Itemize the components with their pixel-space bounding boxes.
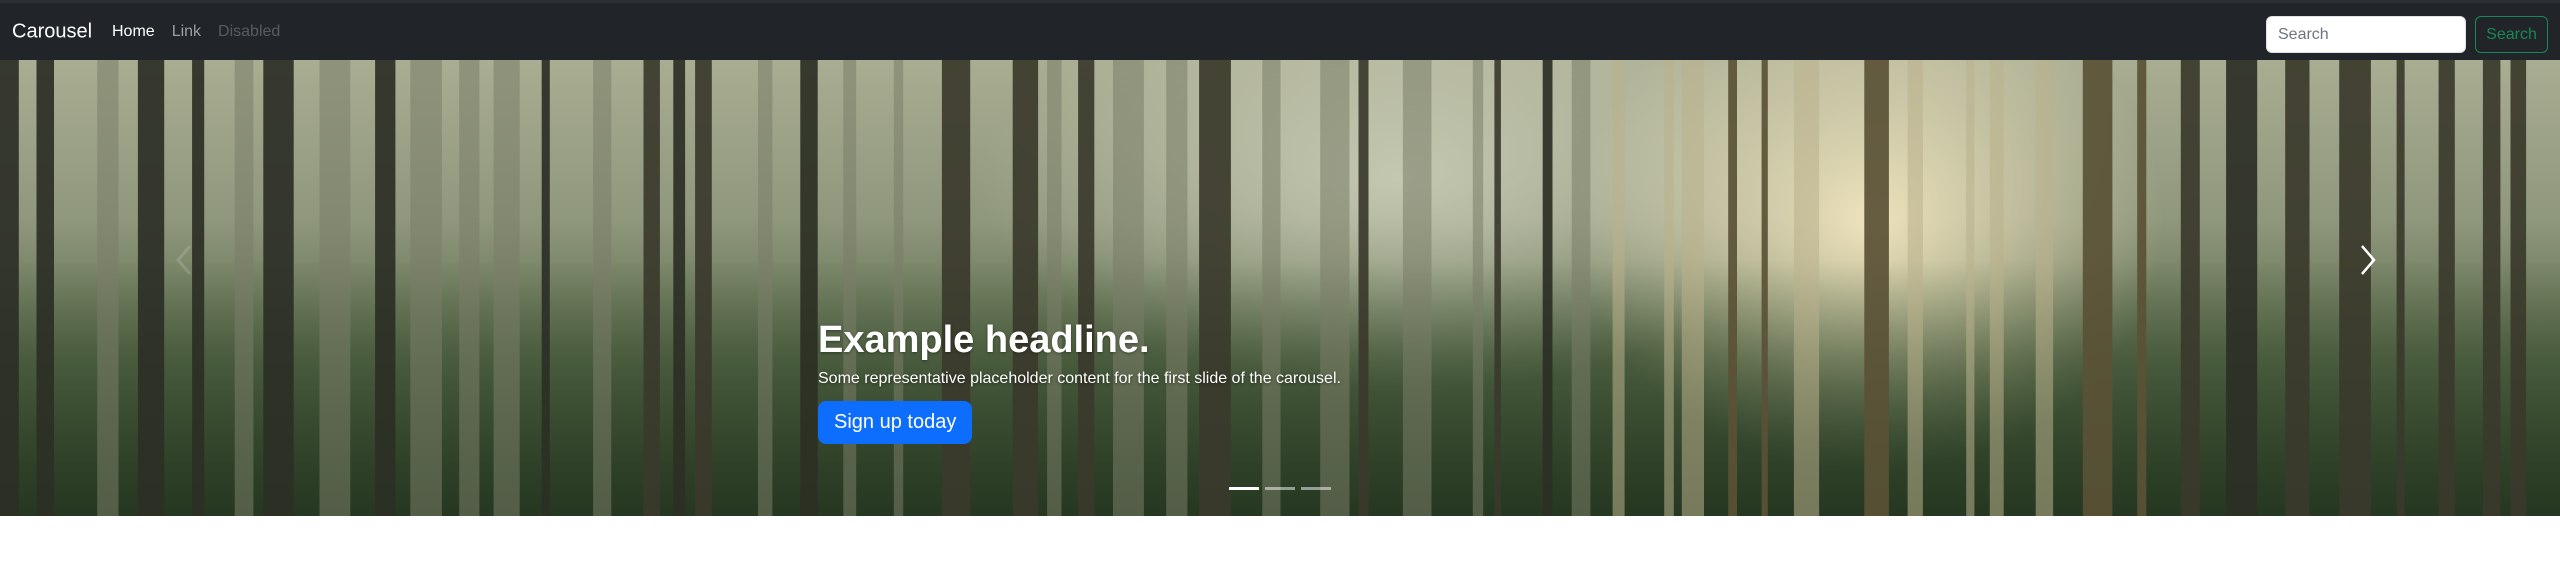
caption-text: Some representative placeholder content … (818, 369, 1341, 387)
chevron-right-icon (2361, 245, 2376, 275)
tree-trunk (2035, 60, 2054, 516)
carousel-prev-button[interactable] (170, 240, 200, 280)
tree-trunk (137, 60, 165, 516)
tree-trunk (1199, 60, 1231, 516)
tree-trunk (1262, 60, 1281, 516)
search-input[interactable] (2266, 16, 2466, 53)
tree-trunk (2226, 60, 2258, 516)
tree-trunk (673, 60, 686, 516)
slide-image-forest (0, 60, 2560, 516)
tree-trunk (2137, 60, 2147, 516)
tree-trunk (1681, 60, 1704, 516)
tree-trunk (1761, 60, 1768, 516)
tree-trunk (2438, 60, 2455, 516)
tree-trunk (1320, 60, 1350, 516)
chevron-left-icon (176, 245, 192, 275)
tree-trunk (493, 60, 520, 516)
tree-trunk (1472, 60, 1484, 516)
tree-trunk (1113, 60, 1144, 516)
nav-link-home[interactable]: Home (112, 23, 155, 41)
tree-trunk (2510, 60, 2527, 516)
tree-trunk (410, 60, 442, 516)
tree-trunk (2180, 60, 2200, 516)
tree-trunk (1793, 60, 1820, 516)
tree-trunk (2339, 60, 2371, 516)
tree-trunk (1402, 60, 1432, 516)
tree-trunk (1612, 60, 1625, 516)
tree-trunk (192, 60, 205, 516)
tree-trunk (1664, 60, 1674, 516)
carousel-indicators (1229, 487, 1331, 490)
tree-trunk (319, 60, 351, 516)
tree-trunk (2082, 60, 2113, 516)
tree-trunk (643, 60, 660, 516)
tree-trunk (1542, 60, 1553, 516)
carousel: Example headline. Some representative pl… (0, 60, 2560, 516)
tree-trunk (541, 60, 550, 516)
tree-trunk (1907, 60, 1923, 516)
tree-trunk (1358, 60, 1369, 516)
nav-link-link[interactable]: Link (172, 23, 201, 41)
tree-trunk (1078, 60, 1095, 516)
tree-trunk (1728, 60, 1737, 516)
search-button[interactable]: Search (2475, 16, 2548, 53)
tree-trunk (36, 60, 54, 516)
navbar: Carousel Home Link Disabled Search (0, 0, 2560, 60)
caption-heading: Example headline. (818, 319, 1150, 361)
tree-trunk (893, 60, 904, 516)
tree-trunk (1047, 60, 1062, 516)
nav-link-disabled: Disabled (218, 22, 281, 40)
tree-trunk (800, 60, 818, 516)
tree-trunk (459, 60, 480, 516)
brand-link[interactable]: Carousel (12, 20, 92, 43)
tree-trunk (1012, 60, 1039, 516)
tree-trunk (97, 60, 119, 516)
nav-links: Home Link Disabled (112, 23, 280, 41)
tree-trunk (1864, 60, 1889, 516)
tree-trunk (2396, 60, 2405, 516)
tree-trunk (1571, 60, 1591, 516)
tree-trunk (2482, 60, 2501, 516)
sign-up-button[interactable]: Sign up today (818, 400, 973, 444)
tree-trunk (758, 60, 773, 516)
indicator-slide-2[interactable] (1265, 487, 1295, 490)
carousel-next-button[interactable] (2352, 240, 2382, 280)
tree-trunk (234, 60, 254, 516)
tree-trunk (375, 60, 396, 516)
tree-trunk (695, 60, 712, 516)
tree-trunk (1166, 60, 1188, 516)
tree-trunk (2285, 60, 2310, 516)
indicator-slide-3[interactable] (1301, 487, 1331, 490)
tree-trunk (843, 60, 857, 516)
tree-trunk (263, 60, 294, 516)
tree-trunk (593, 60, 612, 516)
tree-trunk (941, 60, 971, 516)
carousel-caption: Example headline. Some representative pl… (818, 318, 1341, 444)
tree-trunk (0, 60, 19, 516)
indicator-slide-1[interactable] (1229, 487, 1259, 490)
tree-trunk (1966, 60, 1975, 516)
tree-trunk (1989, 60, 2004, 516)
tree-trunk (1494, 60, 1501, 516)
